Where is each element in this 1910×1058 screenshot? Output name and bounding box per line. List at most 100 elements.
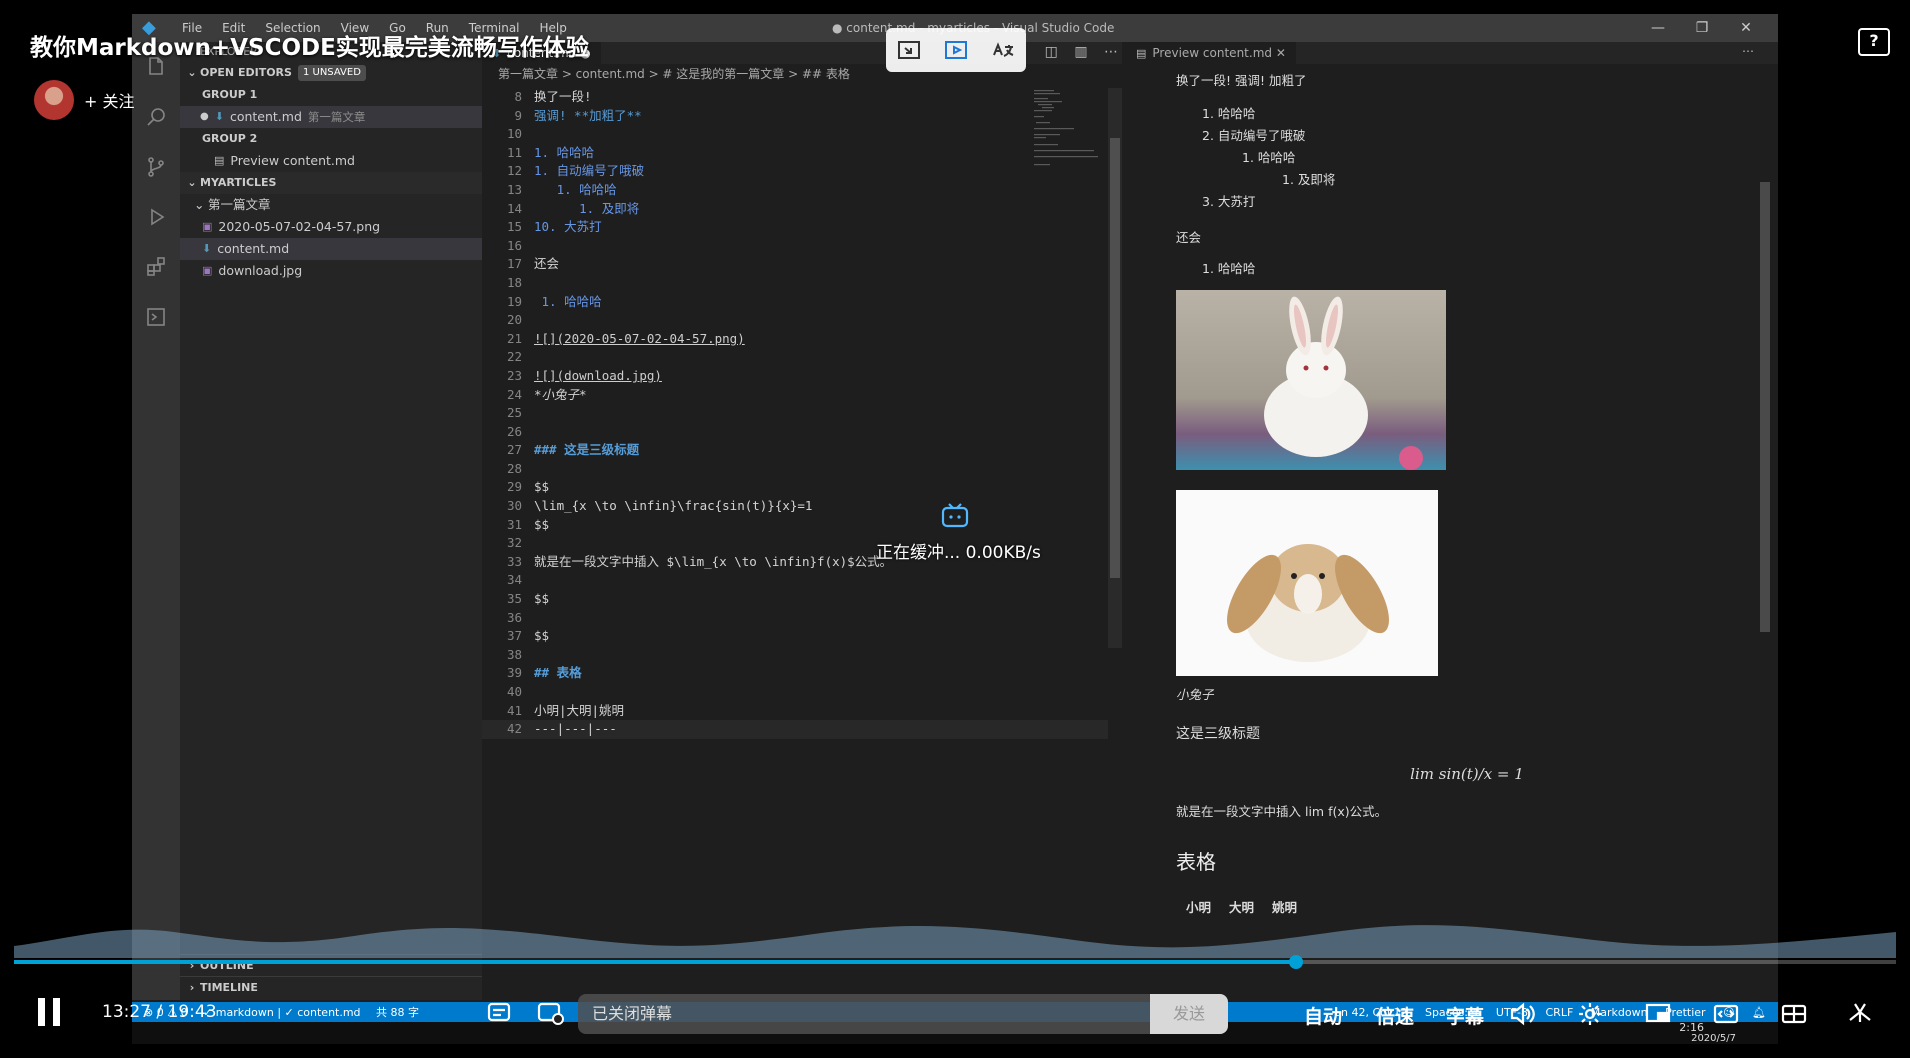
code-line[interactable]: 11 1. 哈哈哈: [482, 144, 1108, 163]
line-number: 37: [506, 628, 522, 644]
code-line[interactable]: 18: [482, 274, 1108, 293]
follow-button[interactable]: + 关注: [84, 88, 135, 112]
tab-preview[interactable]: ▤ Preview content.md ✕: [1126, 42, 1296, 64]
file-item-jpg[interactable]: ▣ download.jpg: [180, 260, 482, 282]
picture-in-picture-icon[interactable]: [1644, 1000, 1672, 1028]
extensions-icon[interactable]: [132, 242, 180, 292]
code-line[interactable]: 24 *小兔子*: [482, 386, 1108, 405]
preview-list-item: 3. 大苏打: [1202, 194, 1256, 209]
danmaku-input[interactable]: 已关闭弹幕: [578, 994, 1150, 1034]
code-line[interactable]: 14 1. 及即将: [482, 200, 1108, 219]
code-line[interactable]: 23 ![](download.jpg): [482, 367, 1108, 386]
source-control-icon[interactable]: [132, 142, 180, 192]
web-fullscreen-icon[interactable]: [1780, 1000, 1808, 1028]
code-line[interactable]: 36: [482, 609, 1108, 628]
code-line[interactable]: 15 10. 大苏打: [482, 218, 1108, 237]
file-item-png[interactable]: ▣ 2020-05-07-02-04-57.png: [180, 216, 482, 238]
quality-button[interactable]: 自动: [1304, 1002, 1342, 1029]
code-line[interactable]: 9 强调! **加粗了**: [482, 107, 1108, 126]
pip-icon[interactable]: [896, 37, 922, 63]
fullscreen-icon[interactable]: [1846, 1000, 1874, 1028]
breadcrumb[interactable]: 第一篇文章 > content.md > # 这是我的第一篇文章 > ## 表格: [482, 64, 1122, 84]
code-line[interactable]: 39 ## 表格: [482, 664, 1108, 683]
code-line[interactable]: 42 ---|---|---: [482, 720, 1108, 739]
code-line[interactable]: 20: [482, 311, 1108, 330]
preview-list-item: 1. 哈哈哈: [1202, 261, 1256, 276]
line-number: 26: [506, 423, 522, 439]
minimize-icon[interactable]: —: [1636, 14, 1680, 42]
file-item-content-md[interactable]: ⬇ content.md: [180, 238, 482, 260]
code-line[interactable]: 31 $$: [482, 516, 1108, 535]
code-line[interactable]: 38: [482, 646, 1108, 665]
line-number: 29: [506, 479, 522, 495]
code-line[interactable]: 10: [482, 125, 1108, 144]
open-editor-content-md[interactable]: ● ⬇ content.md 第一篇文章: [180, 106, 482, 128]
code-area[interactable]: 8 换了一段! 9 强调! **加粗了** 10 11 1. 哈哈哈 12 1. 自动编号了哦破…: [482, 88, 1108, 739]
code-line[interactable]: 37 $$: [482, 627, 1108, 646]
minimap[interactable]: [1034, 88, 1106, 168]
line-number: 20: [506, 312, 522, 328]
run-debug-icon[interactable]: [132, 192, 180, 242]
code-line[interactable]: 22: [482, 348, 1108, 367]
danmaku-send-button[interactable]: 发送: [1150, 994, 1228, 1034]
code-line[interactable]: 8 换了一段!: [482, 88, 1108, 107]
danmaku-toggle-icon[interactable]: [486, 998, 516, 1028]
translate-icon[interactable]: [990, 37, 1016, 63]
open-editor-preview[interactable]: ▤ Preview content.md: [180, 150, 482, 172]
code-line[interactable]: 17 还会: [482, 255, 1108, 274]
search-icon[interactable]: [132, 92, 180, 142]
code-line[interactable]: 13 1. 哈哈哈: [482, 181, 1108, 200]
volume-icon[interactable]: [1508, 1000, 1536, 1028]
code-line[interactable]: 40: [482, 683, 1108, 702]
more-actions-icon[interactable]: ⋯: [1742, 44, 1754, 58]
code-line[interactable]: 16: [482, 237, 1108, 256]
folder-item[interactable]: ⌄ 第一篇文章: [180, 194, 482, 216]
close-icon[interactable]: ✕: [1724, 14, 1768, 42]
pause-button[interactable]: [38, 998, 62, 1026]
line-number: 31: [506, 516, 522, 532]
code-line[interactable]: 30 \lim_{x \to \infin}\frac{sin(t)}{x}=1: [482, 497, 1108, 516]
code-line[interactable]: 12 1. 自动编号了哦破: [482, 162, 1108, 181]
line-number: 15: [506, 219, 522, 235]
danmaku-settings-icon[interactable]: [536, 998, 566, 1028]
preview-list-item: 2. 自动编号了哦破: [1202, 128, 1306, 143]
line-text: 1. 及即将: [534, 200, 640, 216]
code-line[interactable]: 28: [482, 460, 1108, 479]
code-line[interactable]: 19 1. 哈哈哈: [482, 293, 1108, 312]
unsaved-badge: 1 UNSAVED: [297, 65, 366, 81]
code-line[interactable]: 21 ![](2020-05-07-02-04-57.png): [482, 330, 1108, 349]
code-line[interactable]: 34: [482, 571, 1108, 590]
code-line[interactable]: 35 $$: [482, 590, 1108, 609]
code-line[interactable]: 27 ### 这是三级标题: [482, 441, 1108, 460]
line-text: ![](download.jpg): [534, 367, 662, 383]
code-line[interactable]: 26: [482, 423, 1108, 442]
project-section[interactable]: ⌄ MYARTICLES: [180, 172, 482, 194]
split-editor-icon[interactable]: ▥: [1074, 44, 1087, 60]
open-editors-section[interactable]: ⌄ OPEN EDITORS 1 UNSAVED: [180, 62, 482, 84]
avatar[interactable]: [34, 80, 74, 120]
subtitle-button[interactable]: 字幕: [1446, 1002, 1484, 1029]
cast-icon[interactable]: [943, 37, 969, 63]
settings-icon[interactable]: [1576, 1000, 1604, 1028]
remote-explorer-icon[interactable]: [132, 292, 180, 342]
speed-button[interactable]: 倍速: [1376, 1002, 1414, 1029]
scroll-thumb[interactable]: [1110, 138, 1120, 578]
restore-icon[interactable]: ❐: [1680, 14, 1724, 42]
line-text: 就是在一段文字中插入 $\lim_{x \to \infin}f(x)$公式。: [534, 553, 893, 569]
code-line[interactable]: 29 $$: [482, 478, 1108, 497]
help-button[interactable]: ?: [1858, 28, 1890, 56]
widescreen-icon[interactable]: [1712, 1000, 1740, 1028]
line-number: 24: [506, 386, 522, 402]
preview-scrollbar[interactable]: [1760, 182, 1770, 632]
player-controls: 13:27 / 19:43 已关闭弹幕 发送 自动 倍速 字幕: [0, 990, 1910, 1034]
code-line[interactable]: 41 小明|大明|姚明: [482, 702, 1108, 721]
progress-handle[interactable]: [1288, 955, 1303, 969]
editor-scrollbar[interactable]: [1108, 88, 1122, 648]
vscode-window: ◆ File Edit Selection View Go Run Termin…: [132, 14, 1778, 1044]
open-preview-icon[interactable]: ◫: [1045, 44, 1058, 60]
code-line[interactable]: 25: [482, 404, 1108, 423]
line-number: 25: [506, 405, 522, 421]
close-tab-icon[interactable]: ✕: [1276, 46, 1286, 60]
more-actions-icon[interactable]: ⋯: [1104, 44, 1118, 60]
progress-bar[interactable]: [14, 955, 1896, 969]
